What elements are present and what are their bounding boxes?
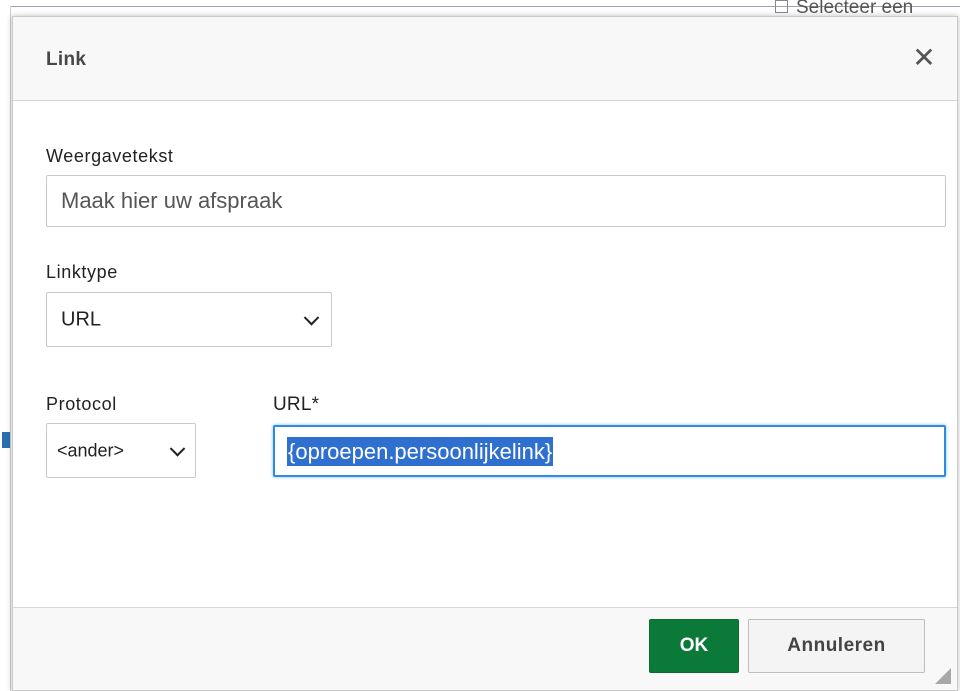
display-text-input[interactable] <box>46 175 946 227</box>
chevron-down-icon <box>169 440 186 457</box>
protocol-label: Protocol <box>46 394 117 414</box>
cancel-button[interactable]: Annuleren <box>748 619 925 673</box>
resize-handle-icon[interactable] <box>935 668 951 684</box>
close-icon[interactable]: ✕ <box>911 44 937 72</box>
url-label: URL* <box>273 394 320 415</box>
link-type-label: Linktype <box>46 262 118 282</box>
link-type-value: URL <box>61 308 102 330</box>
dialog-titlebar: Link ✕ <box>13 17 957 101</box>
dialog-title: Link <box>46 49 87 70</box>
background-select-label: Selecteer een <box>796 0 914 14</box>
display-text-label: Weergavetekst <box>46 146 174 166</box>
link-dialog: Link ✕ Weergavetekst Linktype URL Protoc… <box>12 16 958 691</box>
checkbox-icon <box>775 0 788 13</box>
background-editor-edge <box>0 6 11 691</box>
url-input[interactable]: {oproepen.persoonlijkelink} <box>273 425 946 477</box>
background-select-all: Selecteer een <box>775 0 913 14</box>
protocol-select[interactable]: <ander> <box>46 423 196 478</box>
protocol-value: <ander> <box>57 440 125 460</box>
dialog-footer: OK Annuleren <box>13 607 957 690</box>
url-selected-text: {oproepen.persoonlijkelink} <box>287 437 554 466</box>
ok-button[interactable]: OK <box>649 619 739 673</box>
background-blue-mark <box>2 432 10 448</box>
chevron-down-icon <box>303 309 320 326</box>
link-type-select[interactable]: URL <box>46 292 332 347</box>
